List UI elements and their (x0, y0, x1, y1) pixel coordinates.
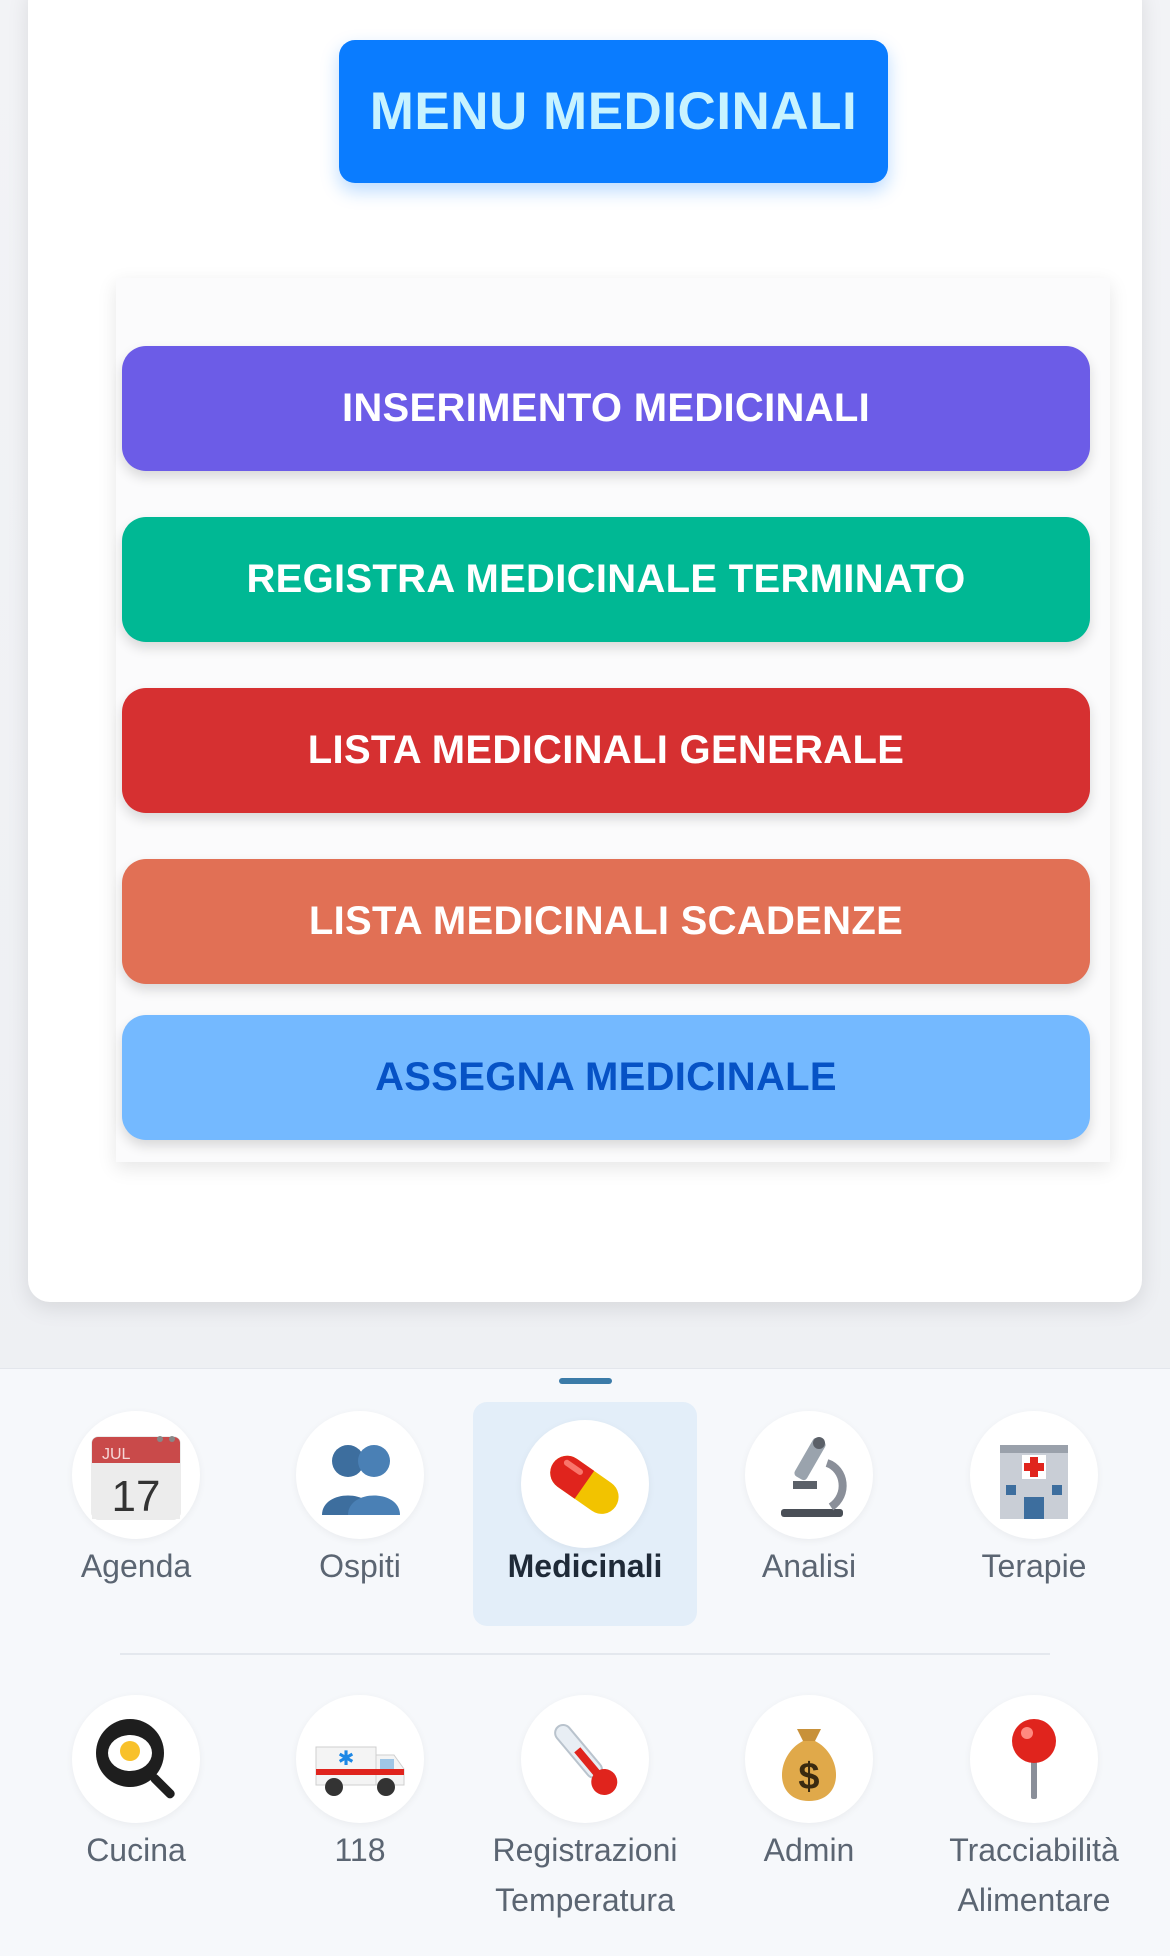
svg-text:17: 17 (112, 1472, 161, 1521)
registra-medicinale-terminato-button[interactable]: REGISTRA MEDICINALE TERMINATO (122, 517, 1090, 642)
nav-label-medicinali: Medicinali (507, 1548, 663, 1584)
svg-text:✱: ✱ (338, 1746, 355, 1770)
microscope-icon (745, 1411, 873, 1539)
ambulance-icon: ✱ (296, 1695, 424, 1823)
drag-handle[interactable] (559, 1378, 612, 1384)
nav-label-cucina: Cucina (86, 1832, 186, 1868)
nav-label-registrazioni: Registrazioni (492, 1832, 678, 1868)
nav-item-terapie[interactable]: Terapie (922, 1411, 1146, 1621)
nav-item-agenda[interactable]: JUL 17 Agenda (24, 1411, 248, 1621)
nav-item-registrazioni-temperatura[interactable]: Registrazioni Temperatura (473, 1695, 697, 1935)
nav-item-medicinali[interactable]: Medicinali (473, 1402, 697, 1626)
thermometer-icon (521, 1695, 649, 1823)
nav-item-tracciabilita-alimentare[interactable]: Tracciabilità Alimentare (922, 1695, 1146, 1935)
svg-text:JUL: JUL (102, 1446, 131, 1463)
nav-label-alimentare: Alimentare (957, 1882, 1111, 1918)
menu-title-button[interactable]: MENU MEDICINALI (339, 40, 888, 183)
bottom-nav: JUL 17 Agenda Ospiti Medicinali Analisi … (0, 1368, 1170, 1956)
nav-label-admin: Admin (763, 1832, 855, 1868)
nav-item-admin[interactable]: $ Admin (697, 1695, 921, 1905)
lista-medicinali-scadenze-button[interactable]: LISTA MEDICINALI SCADENZE (122, 859, 1090, 984)
nav-item-118[interactable]: ✱ 118 (248, 1695, 472, 1905)
nav-label-analisi: Analisi (761, 1548, 857, 1584)
lista-medicinali-generale-button[interactable]: LISTA MEDICINALI GENERALE (122, 688, 1090, 813)
nav-divider (120, 1653, 1050, 1655)
nav-label-118: 118 (334, 1832, 386, 1868)
nav-label-temperatura: Temperatura (495, 1882, 675, 1918)
people-icon (296, 1411, 424, 1539)
hospital-icon (970, 1411, 1098, 1539)
inserimento-medicinali-button[interactable]: INSERIMENTO MEDICINALI (122, 346, 1090, 471)
pushpin-icon (970, 1695, 1098, 1823)
nav-label-agenda: Agenda (80, 1548, 192, 1584)
frying-pan-icon (72, 1695, 200, 1823)
nav-label-ospiti: Ospiti (319, 1548, 401, 1584)
page: MENU MEDICINALI INSERIMENTO MEDICINALI R… (0, 0, 1170, 1956)
assegna-medicinale-button[interactable]: ASSEGNA MEDICINALE (122, 1015, 1090, 1140)
calendar-icon: JUL 17 (72, 1411, 200, 1539)
nav-label-terapie: Terapie (981, 1548, 1087, 1584)
nav-item-ospiti[interactable]: Ospiti (248, 1411, 472, 1621)
money-bag-icon: $ (745, 1695, 873, 1823)
main-card: MENU MEDICINALI INSERIMENTO MEDICINALI R… (28, 0, 1142, 1302)
pill-icon (521, 1420, 649, 1548)
svg-text:$: $ (798, 1756, 819, 1798)
nav-item-analisi[interactable]: Analisi (697, 1411, 921, 1621)
nav-label-tracciabilita: Tracciabilità (949, 1832, 1119, 1868)
nav-item-cucina[interactable]: Cucina (24, 1695, 248, 1905)
